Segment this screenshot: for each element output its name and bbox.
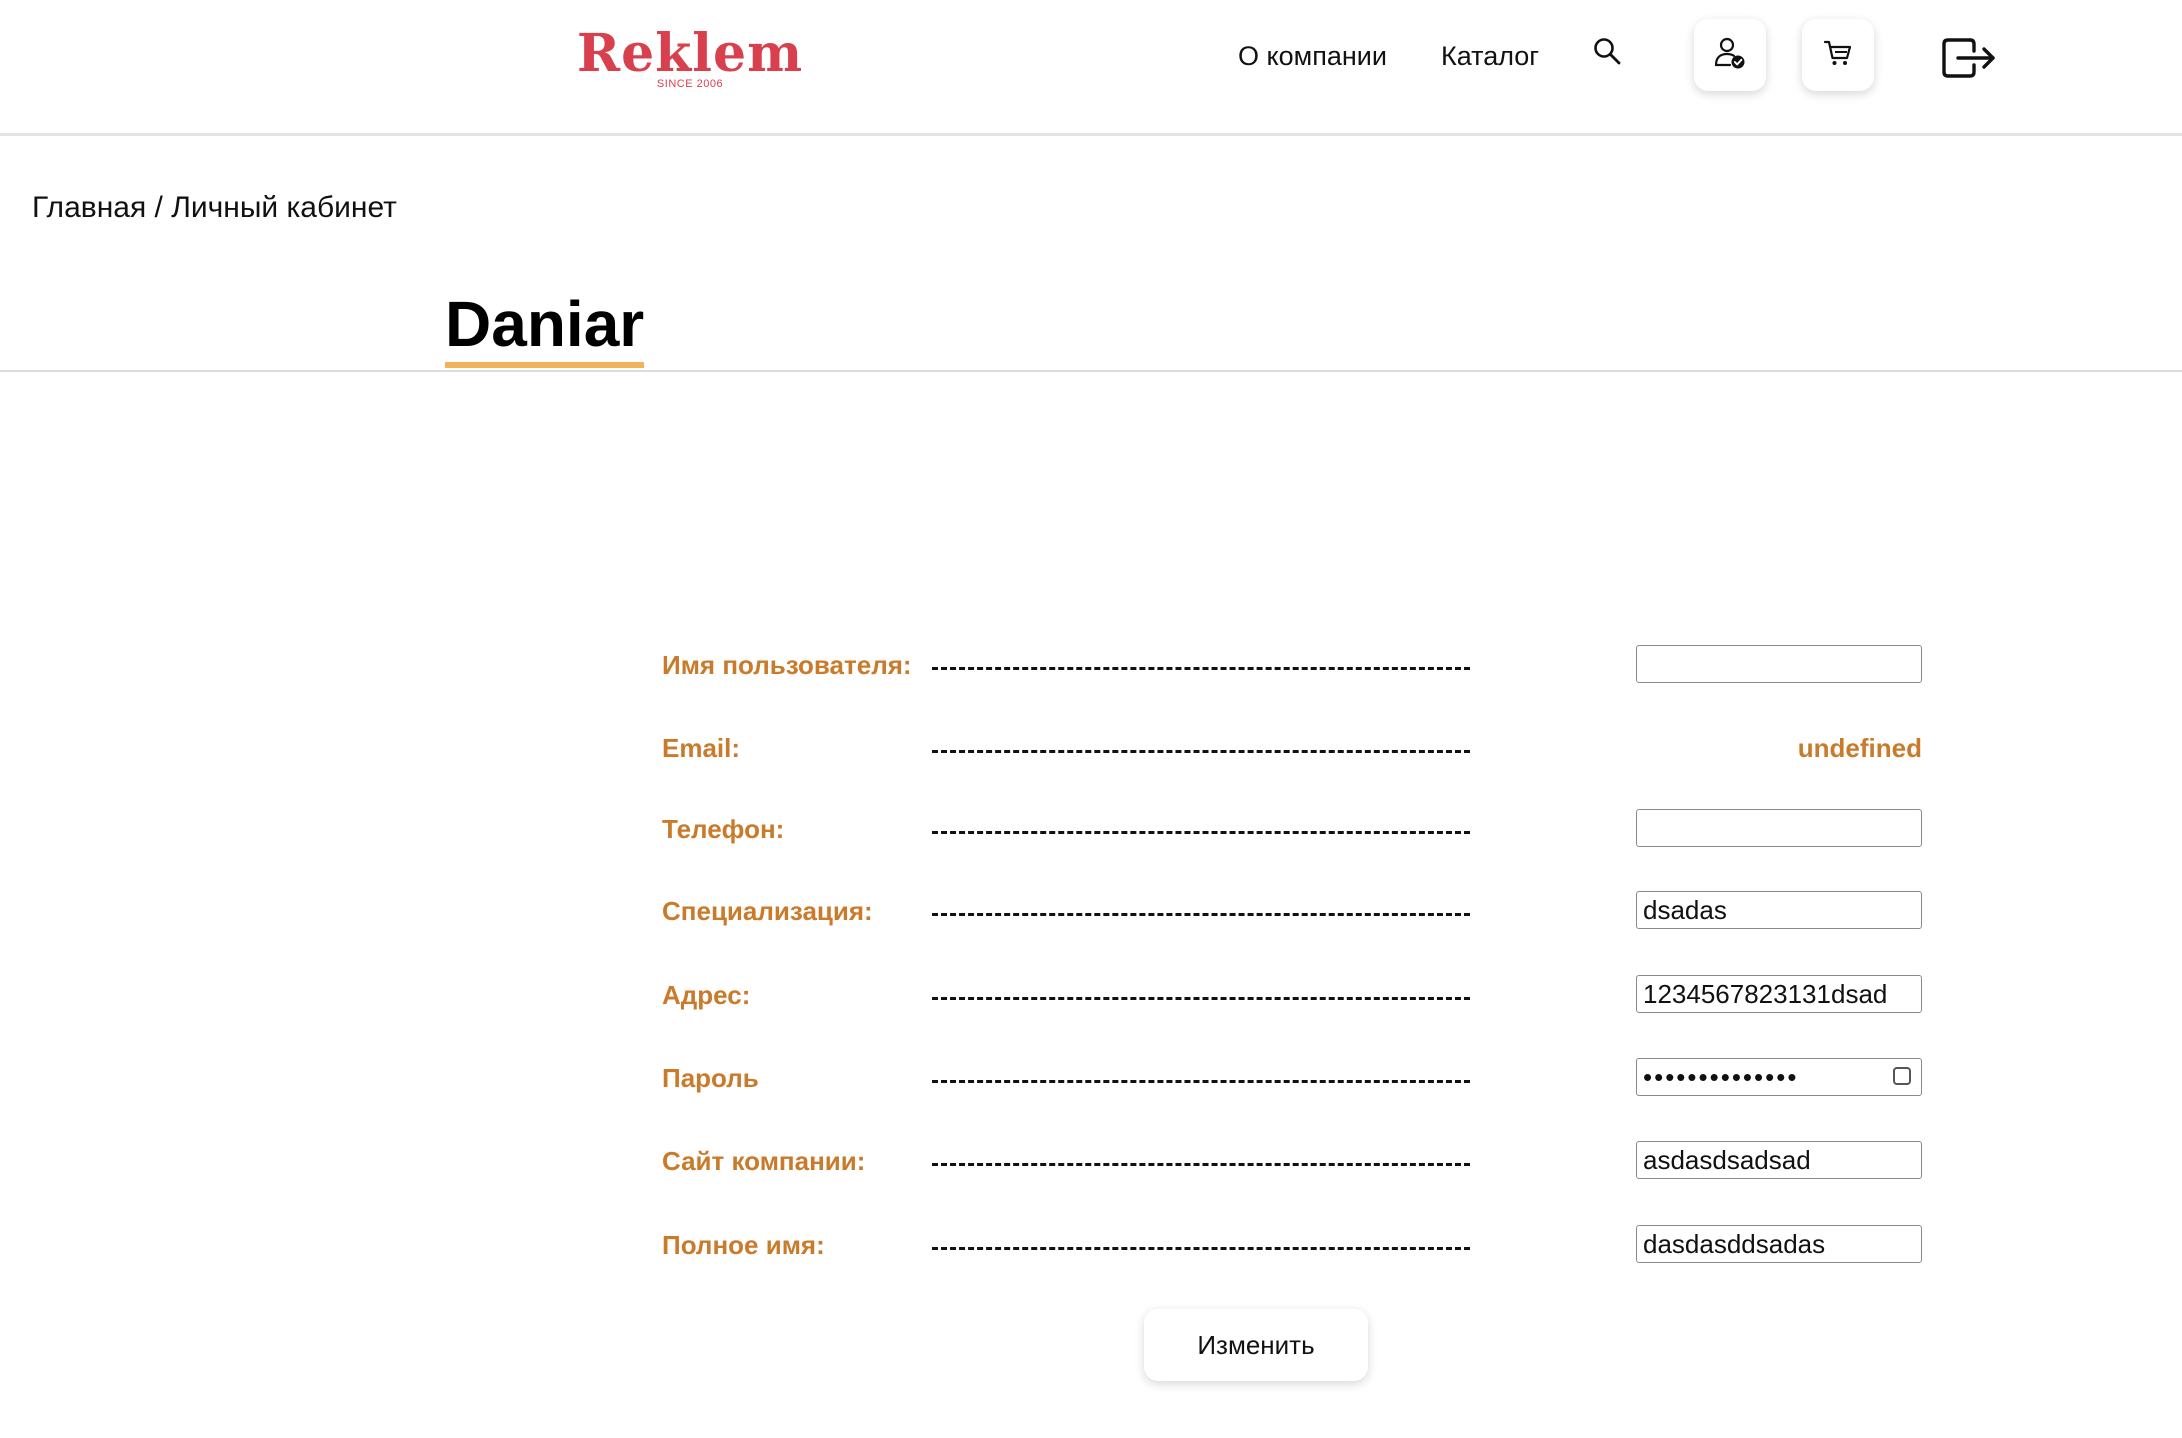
- field-label: Email:: [662, 733, 741, 763]
- password-field[interactable]: ••••••••••••••: [1636, 1058, 1922, 1096]
- field-label: Телефон:: [662, 814, 785, 844]
- field-label: Имя пользователя:: [662, 650, 912, 680]
- submit-button[interactable]: Изменить: [1144, 1309, 1368, 1381]
- dotted-leader: [932, 913, 1470, 916]
- address-input[interactable]: [1636, 975, 1922, 1013]
- nav-catalog-link[interactable]: Каталог: [1441, 36, 1539, 76]
- specialization-input[interactable]: [1636, 891, 1922, 929]
- cart-icon: [1822, 37, 1854, 74]
- field-label: Адрес:: [662, 980, 751, 1010]
- logo[interactable]: Reklem SINCE 2006: [570, 26, 810, 96]
- dotted-leader: [932, 997, 1470, 1000]
- form-row-address: Адрес:: [0, 975, 2182, 1035]
- form-row-fullname: Полное имя:: [0, 1225, 2182, 1285]
- fullname-input[interactable]: [1636, 1225, 1922, 1263]
- phone-input[interactable]: [1636, 809, 1922, 847]
- logo-text: Reklem: [576, 23, 804, 84]
- site-header: Reklem SINCE 2006 О компании Каталог: [0, 0, 2182, 136]
- field-label: Специализация:: [662, 896, 873, 926]
- breadcrumb-home[interactable]: Главная: [32, 191, 146, 224]
- form-row-password: Пароль ••••••••••••••: [0, 1058, 2182, 1118]
- dotted-leader: [932, 750, 1470, 753]
- cart-button[interactable]: [1802, 19, 1874, 91]
- profile-button[interactable]: [1694, 19, 1766, 91]
- form-row-phone: Телефон:: [0, 809, 2182, 869]
- form-row-email: Email: undefined: [0, 728, 2182, 788]
- logout-icon[interactable]: [1940, 34, 1998, 82]
- show-password-checkbox[interactable]: [1893, 1067, 1911, 1085]
- username-input[interactable]: [1636, 645, 1922, 683]
- password-value: ••••••••••••••: [1643, 1062, 1799, 1092]
- search-icon[interactable]: [1592, 36, 1622, 66]
- form-row-website: Сайт компании:: [0, 1141, 2182, 1201]
- dotted-leader: [932, 1163, 1470, 1166]
- divider: [0, 370, 2182, 372]
- breadcrumb-current: Личный кабинет: [171, 191, 397, 224]
- breadcrumb: Главная / Личный кабинет: [32, 188, 397, 228]
- dotted-leader: [932, 1080, 1470, 1083]
- user-check-icon: [1712, 35, 1748, 76]
- dotted-leader: [932, 831, 1470, 834]
- form-row-specialization: Специализация:: [0, 891, 2182, 951]
- page-title: Daniar: [445, 286, 645, 368]
- website-input[interactable]: [1636, 1141, 1922, 1179]
- field-label: Пароль: [662, 1063, 759, 1093]
- dotted-leader: [932, 1247, 1470, 1250]
- field-label: Сайт компании:: [662, 1146, 866, 1176]
- email-value: undefined: [1797, 733, 1922, 763]
- form-row-username: Имя пользователя:: [0, 645, 2182, 705]
- field-label: Полное имя:: [662, 1230, 825, 1260]
- nav-about-link[interactable]: О компании: [1238, 36, 1387, 76]
- dotted-leader: [932, 667, 1470, 670]
- breadcrumb-separator: /: [146, 191, 172, 224]
